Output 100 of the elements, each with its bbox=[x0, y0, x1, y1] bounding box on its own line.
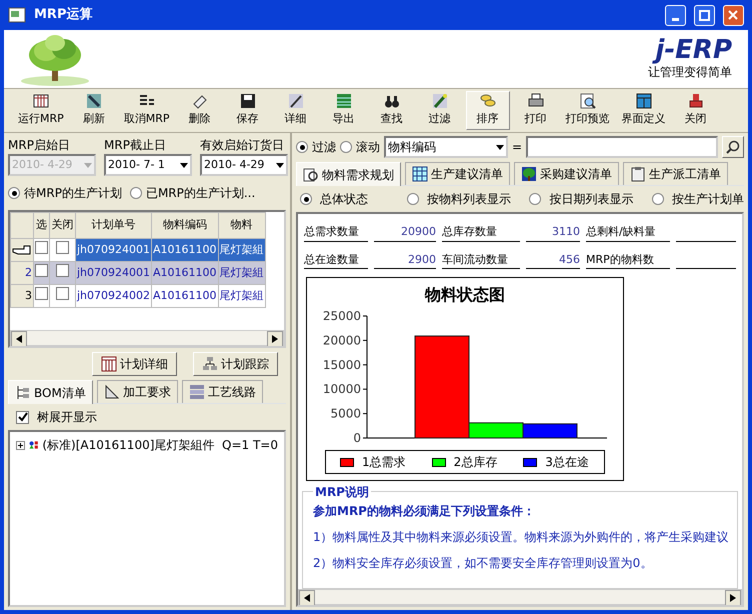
toolbar-button[interactable]: 过滤 bbox=[418, 91, 462, 130]
chart-title: 物料状态图 bbox=[425, 285, 505, 304]
radio-label: 按物料列表显示 bbox=[426, 191, 511, 208]
minimize-icon bbox=[672, 18, 679, 20]
search-field[interactable] bbox=[526, 136, 718, 158]
magnifier-icon bbox=[303, 166, 319, 182]
pointing-hand-icon bbox=[12, 242, 32, 257]
tab[interactable]: 采购建议清单 bbox=[514, 162, 619, 185]
row-number: 2 bbox=[25, 266, 32, 279]
checkbox[interactable] bbox=[56, 286, 69, 300]
scrollbar[interactable] bbox=[10, 330, 284, 346]
close-icon bbox=[728, 10, 739, 20]
table-row[interactable]: 3 jh070924002 A10161100 尾灯架組 bbox=[10, 284, 266, 308]
toolbar-button[interactable]: 打印 bbox=[514, 91, 558, 130]
table-row[interactable]: 2 jh070924001 A10161100 尾灯架組 bbox=[10, 262, 266, 284]
plan-button[interactable]: 计划跟踪 bbox=[193, 352, 278, 376]
minimize-button[interactable] bbox=[665, 4, 686, 26]
toolbar-button[interactable]: 导出 bbox=[322, 91, 366, 130]
toolbar-button[interactable]: 排序 bbox=[466, 91, 510, 130]
clipboard-icon bbox=[630, 166, 646, 182]
tick-label: 10000 bbox=[322, 382, 361, 396]
toolbar-button[interactable]: 刷新 bbox=[72, 91, 116, 130]
column-header: 计划单号 bbox=[76, 212, 152, 238]
dropdown-arrow-icon bbox=[276, 162, 284, 168]
app-icon bbox=[8, 7, 26, 23]
table-cell: A10161100 bbox=[152, 262, 218, 284]
table-cell: 尾灯架組 bbox=[218, 238, 266, 262]
maximize-icon bbox=[699, 10, 710, 20]
toolbar-button[interactable]: 删除 bbox=[178, 91, 222, 130]
radio-button[interactable] bbox=[300, 193, 312, 205]
right-arrow-icon bbox=[272, 335, 278, 343]
toolbar-button[interactable]: 界面定义 bbox=[618, 91, 670, 130]
table-cell: jh070924001 bbox=[76, 262, 152, 284]
checkbox[interactable] bbox=[35, 240, 48, 254]
field-label: 有效启始订货日 bbox=[200, 137, 285, 154]
maximize-button[interactable] bbox=[694, 4, 715, 26]
date-dropdown[interactable]: 2010- 7- 1 bbox=[104, 154, 192, 176]
stat-label: 总在途数量 bbox=[304, 252, 368, 269]
toolbar-button[interactable]: 取消MRP bbox=[120, 91, 174, 130]
radio-button[interactable] bbox=[8, 187, 20, 199]
left-arrow-icon bbox=[16, 335, 22, 343]
radio-label: 已MRP的生产计划... bbox=[146, 185, 256, 202]
scrollbar[interactable] bbox=[298, 589, 742, 605]
stat-label: 总剩料/缺料量 bbox=[586, 224, 670, 242]
table-row[interactable]: jh070924001 A10161100 尾灯架組 bbox=[10, 238, 266, 262]
radio-button[interactable] bbox=[340, 141, 352, 153]
tab[interactable]: 生产派工清单 bbox=[623, 162, 728, 185]
radio-button[interactable] bbox=[529, 193, 542, 205]
checkbox[interactable] bbox=[35, 264, 48, 277]
notes-text: 1）物料属性及其中物料来源必须设置。物料来源为外购件的，将产生采购建议 bbox=[313, 529, 727, 546]
tab[interactable]: 工艺线路 bbox=[182, 380, 263, 403]
scroll-left-button[interactable] bbox=[11, 331, 27, 346]
dropdown-arrow-icon bbox=[84, 162, 92, 168]
date-dropdown[interactable]: 2010- 4-29 bbox=[200, 154, 288, 176]
column-header: 物料编码 bbox=[152, 212, 218, 238]
tab[interactable]: 加工要求 bbox=[96, 380, 178, 403]
checkbox[interactable] bbox=[35, 286, 48, 300]
tick-label: 0 bbox=[353, 431, 361, 445]
tick-label: 20000 bbox=[322, 333, 361, 348]
table-cell: A10161100 bbox=[152, 238, 218, 262]
toolbar-button[interactable]: 关闭 bbox=[674, 91, 718, 130]
dropdown-arrow-icon bbox=[180, 162, 188, 168]
search-icon bbox=[726, 140, 740, 154]
table-cell: A10161100 bbox=[152, 284, 218, 308]
radio-button[interactable] bbox=[130, 187, 142, 199]
radio-label: 按生产计划单 bbox=[672, 191, 744, 208]
plan-button[interactable]: 计划详细 bbox=[92, 352, 177, 376]
radio-button[interactable] bbox=[652, 193, 664, 205]
window-icon bbox=[636, 93, 652, 110]
close-button[interactable] bbox=[723, 4, 744, 26]
tick-label: 15000 bbox=[322, 358, 361, 372]
toolbar-button[interactable]: 运行MRP bbox=[14, 91, 68, 130]
table-icon bbox=[412, 166, 428, 182]
radio-label: 滚动 bbox=[356, 139, 380, 156]
checkbox[interactable] bbox=[16, 410, 29, 424]
table-cell: jh070924002 bbox=[76, 284, 152, 308]
checkbox[interactable] bbox=[56, 240, 69, 254]
toolbar-button[interactable]: 打印预览 bbox=[562, 91, 614, 130]
search-button[interactable] bbox=[722, 136, 744, 158]
window-title: MRP运算 bbox=[34, 6, 94, 24]
printer-icon bbox=[528, 93, 544, 110]
checkbox-label: 树展开显示 bbox=[37, 409, 97, 426]
scroll-right-button[interactable] bbox=[267, 331, 283, 346]
scroll-right-button[interactable] bbox=[725, 590, 741, 605]
expand-toggle[interactable] bbox=[16, 440, 25, 450]
tab[interactable]: 物料需求规划 bbox=[296, 162, 401, 186]
field-dropdown[interactable]: 物料编码 bbox=[384, 136, 508, 158]
scroll-left-button[interactable] bbox=[299, 590, 315, 605]
toolbar-button[interactable]: 查找 bbox=[370, 91, 414, 130]
field-label: MRP启始日 bbox=[8, 137, 71, 154]
tab[interactable]: BOM清单 bbox=[8, 380, 93, 404]
checkbox[interactable] bbox=[56, 264, 69, 277]
radio-button[interactable] bbox=[406, 193, 419, 205]
tab[interactable]: 生产建议清单 bbox=[405, 162, 510, 185]
field-label: MRP截止日 bbox=[104, 137, 167, 154]
tree-item[interactable]: (标准)[A10161100]尾灯架組件 Q=1 T=0 bbox=[42, 436, 278, 454]
toolbar-button[interactable]: 详细 bbox=[274, 91, 318, 130]
radio-button[interactable] bbox=[296, 141, 308, 153]
stat-label: 总库存数量 bbox=[442, 224, 520, 242]
toolbar-button[interactable]: 保存 bbox=[226, 91, 270, 130]
